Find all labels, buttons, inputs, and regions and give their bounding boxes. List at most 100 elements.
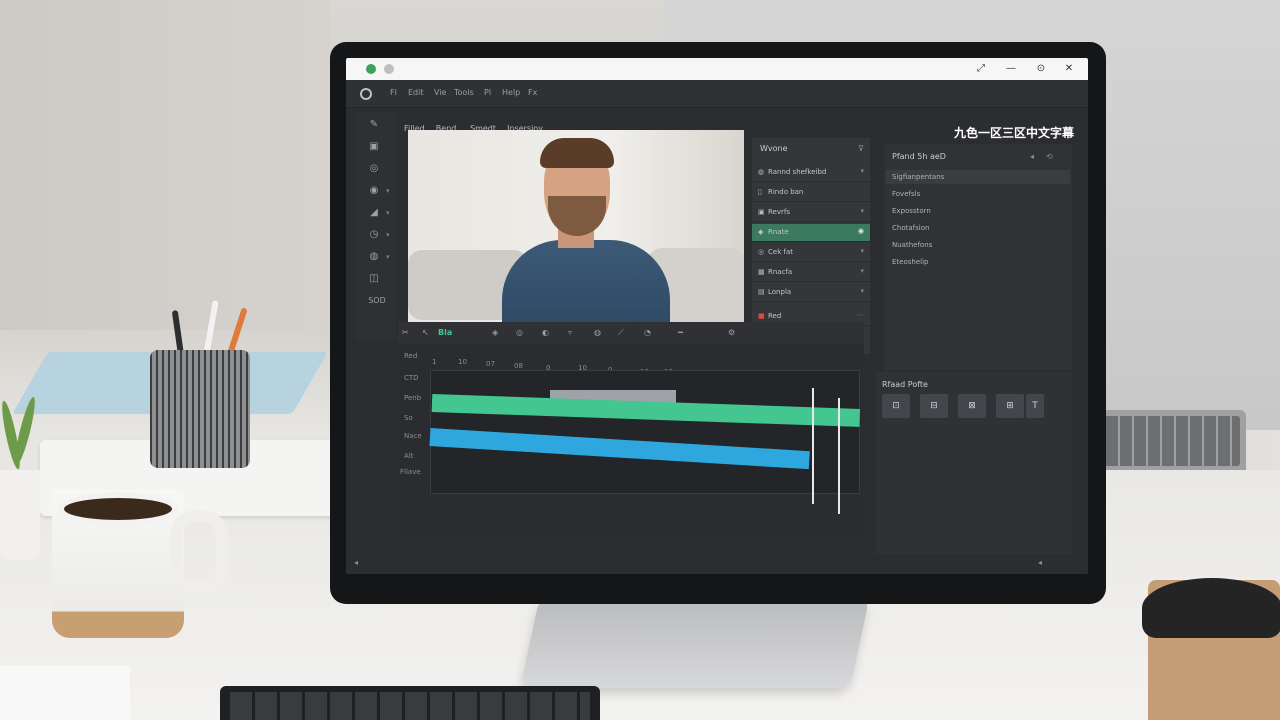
grid-icon[interactable]: ◫ bbox=[364, 272, 384, 286]
minimize-button[interactable]: — bbox=[998, 61, 1024, 77]
scissors-icon[interactable]: ✂ bbox=[402, 328, 409, 337]
effects-row[interactable]: ▯ Rindo ban bbox=[752, 184, 870, 202]
preview-person-hair bbox=[540, 138, 614, 168]
watermark-text: 九色一区三区中文字幕 bbox=[953, 126, 1074, 140]
color-icon[interactable]: ◎ bbox=[364, 162, 384, 176]
menu-tools[interactable]: Tools bbox=[454, 88, 474, 97]
property-item[interactable]: Nuathefons bbox=[892, 241, 932, 249]
effects-row-label: Cek fat bbox=[768, 248, 793, 256]
playhead-end[interactable] bbox=[838, 398, 840, 514]
video-preview[interactable] bbox=[408, 130, 744, 342]
menu-edit[interactable]: Edit bbox=[408, 88, 424, 97]
playhead[interactable] bbox=[812, 388, 814, 504]
globe-icon[interactable]: ◍ bbox=[364, 250, 384, 264]
media-thumb-icon[interactable]: ⊞ bbox=[996, 394, 1024, 418]
effects-row[interactable]: ▣ Revrfs ▾ bbox=[752, 204, 870, 222]
timer-icon[interactable]: ◷ bbox=[364, 228, 384, 242]
effects-row[interactable]: ◎ Cek fat ▾ bbox=[752, 244, 870, 262]
layers-icon[interactable]: ▣ bbox=[364, 140, 384, 154]
zoom-icon[interactable]: ◔ bbox=[644, 328, 651, 337]
chevron-down-icon: ▾ bbox=[860, 247, 864, 255]
takeaway-cup-lid bbox=[1142, 578, 1280, 638]
audio-icon[interactable]: ◉ bbox=[364, 184, 384, 198]
trim-icon[interactable]: ⟋ bbox=[618, 328, 624, 338]
menu-view[interactable]: Vie bbox=[434, 88, 446, 97]
track-label: So bbox=[404, 414, 413, 422]
effect-icon: ▯ bbox=[758, 188, 762, 196]
window-titlebar: ⤢ — ⊙ ✕ bbox=[346, 58, 1088, 80]
menu-fx[interactable]: Fx bbox=[528, 88, 537, 97]
track-label: Red bbox=[404, 352, 418, 360]
razor-icon[interactable]: ◈ bbox=[492, 328, 498, 337]
property-item[interactable]: Chotafsion bbox=[892, 224, 929, 232]
panel-menu-icon[interactable]: ⊽ bbox=[858, 144, 864, 153]
chevron-down-icon[interactable]: ▾ bbox=[386, 209, 390, 217]
effects-row-label: Red bbox=[768, 312, 782, 320]
effects-row-label: Rannd shefkeibd bbox=[768, 168, 827, 176]
status-icon: ◂ bbox=[354, 558, 359, 567]
toggle-icon: ◉ bbox=[857, 227, 864, 235]
track-label: Alt bbox=[404, 452, 414, 460]
ruler-tick: 07 bbox=[486, 360, 495, 368]
effects-row[interactable]: ▤ Lonpla ▾ bbox=[752, 284, 870, 302]
restore-button[interactable]: ⤢ bbox=[968, 61, 994, 77]
rail-bottom-label[interactable]: SOD bbox=[364, 294, 390, 308]
chevron-down-icon[interactable]: ▾ bbox=[386, 253, 390, 261]
menu-play[interactable]: Pl bbox=[484, 88, 491, 97]
effect-icon: ▤ bbox=[758, 288, 765, 296]
link-icon[interactable]: ◎ bbox=[516, 328, 523, 337]
speaker-icon[interactable]: ◂ bbox=[1030, 152, 1034, 161]
effect-icon: ▦ bbox=[758, 268, 765, 276]
chevron-down-icon: ▾ bbox=[860, 267, 864, 275]
effects-row[interactable]: ▦ Rnacfa ▾ bbox=[752, 264, 870, 282]
effects-row[interactable]: ◍ Rannd shefkeibd ▾ bbox=[752, 164, 870, 182]
select-icon[interactable]: ↖ bbox=[422, 328, 429, 337]
effect-icon: ◆ bbox=[758, 228, 764, 236]
pen-cup bbox=[150, 350, 250, 468]
app-menu-icon[interactable] bbox=[360, 88, 372, 100]
levels-icon[interactable]: ◢ bbox=[364, 206, 384, 220]
effects-row-active[interactable]: ◆ Rnate ◉ bbox=[752, 224, 870, 242]
timeline-toolbar: ✂ ↖ Bla ◈ ◎ ◐ ▿ ◍ ⟋ ◔ ━ ⚙ bbox=[398, 322, 864, 344]
coffee-mug-top bbox=[58, 492, 178, 526]
property-item[interactable]: Eteoshelip bbox=[892, 258, 928, 266]
chevron-down-icon[interactable]: ▾ bbox=[386, 231, 390, 239]
settings-icon[interactable] bbox=[384, 64, 394, 74]
property-item[interactable]: Sigfianpentans bbox=[892, 173, 944, 181]
pen-tool-icon[interactable]: ✎ bbox=[364, 118, 384, 132]
status-bar: ◂ ◂ bbox=[346, 554, 1088, 574]
tool-rail: ✎ ▣ ◎ ◉ ▾ ◢ ▾ ◷ ▾ ◍ ▾ ◫ SOD bbox=[356, 112, 396, 340]
chevron-down-icon: ▾ bbox=[860, 287, 864, 295]
media-thumb-icon[interactable]: ⊟ bbox=[920, 394, 948, 418]
effect-icon: ▣ bbox=[758, 208, 765, 216]
chevron-down-icon: ▾ bbox=[860, 207, 864, 215]
media-thumb-icon[interactable]: T bbox=[1026, 394, 1044, 418]
effect-icon: ◎ bbox=[758, 248, 765, 256]
ruler-tick: 08 bbox=[514, 362, 523, 370]
snap-icon[interactable]: ◐ bbox=[542, 328, 549, 337]
marker-icon[interactable]: ▿ bbox=[568, 328, 572, 337]
menu-bar: Fl Edit Vie Tools Pl Help Fx bbox=[346, 80, 1088, 108]
track-label: Penb bbox=[404, 394, 422, 402]
menu-help[interactable]: Help bbox=[502, 88, 520, 97]
property-item[interactable]: Fovefsls bbox=[892, 190, 920, 198]
media-thumb-icon[interactable]: ⊠ bbox=[958, 394, 986, 418]
effect-icon: ◍ bbox=[758, 168, 765, 176]
close-button[interactable]: ✕ bbox=[1056, 61, 1082, 77]
effects-row-label: Rnate bbox=[768, 228, 789, 236]
chevron-down-icon[interactable]: ▾ bbox=[386, 187, 390, 195]
settings-icon[interactable]: ⚙ bbox=[728, 328, 735, 337]
keyboard bbox=[220, 686, 600, 720]
timeline-indicator[interactable]: Bla bbox=[438, 328, 452, 337]
track-label: Nace bbox=[404, 432, 422, 440]
media-panel-title: Rfaad Pofte bbox=[882, 380, 928, 389]
properties-panel: Pfand 5h aeD ◂ ⟲ Sigfianpentans Fovefsls… bbox=[884, 144, 1072, 370]
menu-file[interactable]: Fl bbox=[390, 88, 397, 97]
maximize-button[interactable]: ⊙ bbox=[1028, 61, 1054, 77]
slider-track-icon[interactable]: ━ bbox=[678, 328, 683, 337]
media-thumb-icon[interactable]: ⊡ bbox=[882, 394, 910, 418]
refresh-icon[interactable]: ⟲ bbox=[1046, 152, 1053, 161]
property-item[interactable]: Exposstorn bbox=[892, 207, 931, 215]
ripple-icon[interactable]: ◍ bbox=[594, 328, 601, 337]
track-label: Fllave bbox=[400, 468, 421, 476]
